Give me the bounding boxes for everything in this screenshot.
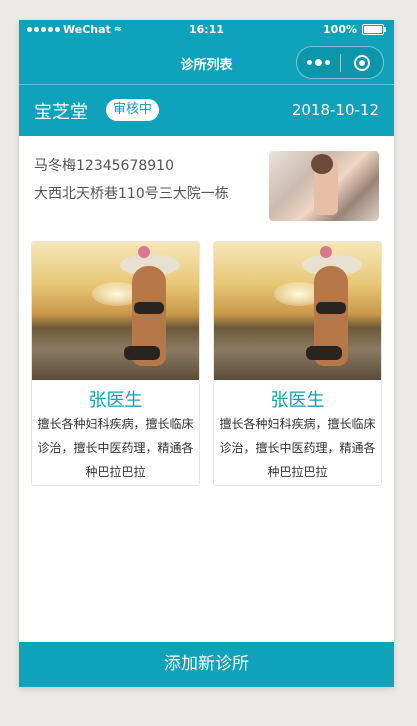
- photo-flower: [138, 246, 150, 258]
- clinic-info[interactable]: 马冬梅12345678910 大西北天桥巷110号三大院一栋: [19, 136, 394, 232]
- clinic-thumbnail[interactable]: [269, 151, 379, 221]
- more-dots-icon[interactable]: [297, 59, 340, 66]
- phone-screen: WeChat ≈ 16:11 100% 诊所列表 宝芝堂 审核中 2018-10…: [19, 20, 394, 687]
- mini-program-capsule: [296, 46, 384, 79]
- doctor-list: 张医生 擅长各种妇科疾病，擅长临床诊治，擅长中医药理，精通各种巴拉巴拉 张医生 …: [31, 241, 382, 486]
- doctor-card[interactable]: 张医生 擅长各种妇科疾病，擅长临床诊治，擅长中医药理，精通各种巴拉巴拉: [31, 241, 200, 486]
- contact-text: 马冬梅12345678910: [34, 158, 174, 174]
- status-right: 100%: [323, 23, 386, 36]
- photo-bottom: [124, 346, 160, 360]
- status-badge: 审核中: [106, 99, 160, 121]
- capsule-close-button[interactable]: [341, 54, 383, 71]
- add-clinic-button[interactable]: 添加新诊所: [19, 642, 394, 687]
- doctor-photo: [214, 242, 381, 380]
- nav-bar: 诊所列表: [19, 40, 394, 85]
- doctor-card[interactable]: 张医生 擅长各种妇科疾病，擅长临床诊治，擅长中医药理，精通各种巴拉巴拉: [213, 241, 382, 486]
- capsule-close-icon: [354, 54, 370, 71]
- battery-icon: [362, 24, 386, 35]
- doctor-name: 张医生: [88, 390, 143, 411]
- address-text: 大西北天桥巷110号三大院一栋: [34, 186, 229, 202]
- photo-top: [316, 302, 346, 314]
- status-bar: WeChat ≈ 16:11 100%: [19, 20, 394, 40]
- clinic-header[interactable]: 宝芝堂 审核中 2018-10-12: [19, 85, 394, 136]
- clinic-name: 宝芝堂: [34, 102, 88, 123]
- doctor-name: 张医生: [270, 390, 325, 411]
- doctor-description: 擅长各种妇科疾病，擅长临床诊治，擅长中医药理，精通各种巴拉巴拉: [219, 417, 376, 479]
- photo-bottom: [306, 346, 342, 360]
- doctor-description: 擅长各种妇科疾病，擅长临床诊治，擅长中医药理，精通各种巴拉巴拉: [37, 417, 194, 479]
- thumbnail-hair: [311, 154, 333, 174]
- doctor-photo: [32, 242, 199, 380]
- photo-flower: [320, 246, 332, 258]
- clinic-date: 2018-10-12: [291, 101, 379, 119]
- photo-top: [134, 302, 164, 314]
- battery-percent: 100%: [323, 23, 357, 36]
